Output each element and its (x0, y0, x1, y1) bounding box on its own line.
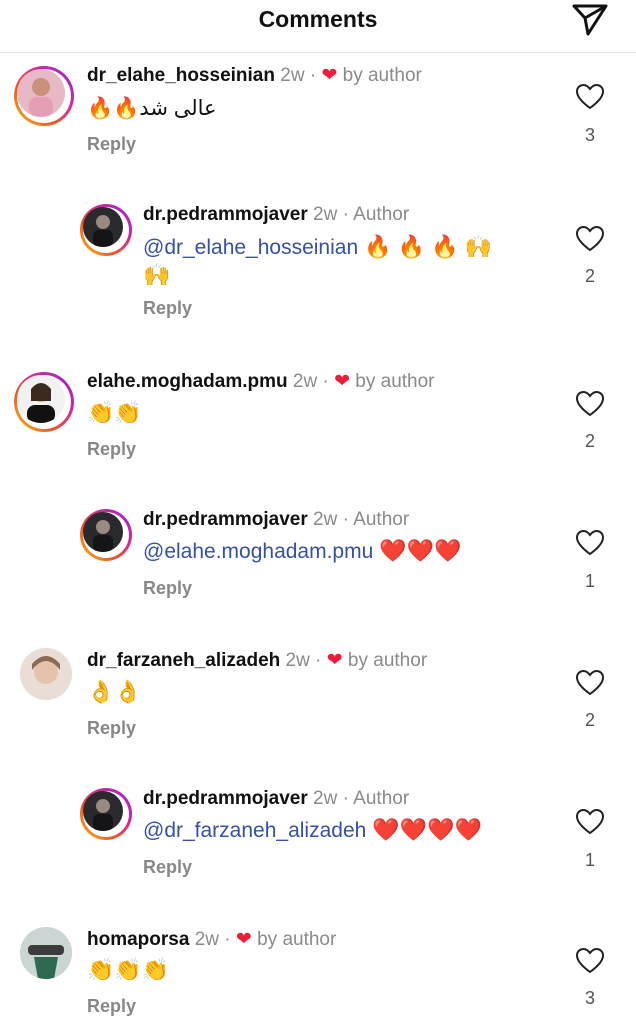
comment-text: 👏👏 (87, 400, 142, 425)
liked-by-author-label: by author (355, 371, 435, 392)
like-count: 2 (584, 266, 595, 286)
like-heart-icon[interactable] (576, 809, 604, 835)
reply-button[interactable]: Reply (87, 718, 136, 739)
like-count: 2 (584, 431, 595, 451)
mention-link[interactable]: @elahe.moghadam.pmu (143, 540, 373, 563)
username[interactable]: elahe.moghadam.pmu (87, 371, 288, 392)
timestamp: 2w (285, 650, 310, 671)
like-heart-icon[interactable] (576, 670, 604, 696)
username[interactable]: homaporsa (87, 929, 189, 950)
comment-emojis: 🔥 🔥 🔥 🙌 (358, 234, 493, 259)
username[interactable]: dr_farzaneh_alizadeh (87, 650, 280, 671)
author-badge: Author (353, 509, 410, 530)
reply-button[interactable]: Reply (87, 439, 136, 460)
heart-icon: ❤ (334, 371, 350, 392)
comment-emojis: ❤️❤️❤️❤️ (366, 817, 482, 842)
avatar[interactable] (14, 66, 74, 126)
author-badge: Author (353, 204, 410, 225)
avatar[interactable] (20, 648, 72, 700)
author-badge: Author (353, 788, 410, 809)
timestamp: 2w (194, 929, 219, 950)
timestamp: 2w (292, 371, 318, 392)
timestamp: 2w (313, 509, 338, 530)
timestamp: 2w (280, 65, 305, 86)
like-heart-icon[interactable] (576, 84, 604, 110)
comment-emojis: ❤️❤️❤️ (373, 538, 462, 563)
avatar[interactable] (80, 788, 132, 840)
username[interactable]: dr.pedrammojaver (143, 509, 308, 530)
heart-icon: ❤ (321, 65, 338, 86)
reply-button[interactable]: Reply (143, 578, 192, 599)
like-count: 1 (584, 571, 595, 591)
avatar[interactable] (80, 204, 132, 256)
avatar[interactable] (14, 372, 74, 432)
like-count: 2 (584, 710, 595, 730)
comment-text: 👌👌 (87, 679, 142, 704)
liked-by-author-label: by author (342, 65, 422, 86)
avatar[interactable] (80, 509, 132, 561)
reply-button[interactable]: Reply (143, 298, 192, 319)
comment-text: عالی شد🔥🔥 (87, 97, 217, 120)
username[interactable]: dr.pedrammojaver (143, 788, 308, 809)
reply-button[interactable]: Reply (87, 134, 136, 155)
mention-link[interactable]: @dr_elahe_hosseinian (143, 236, 358, 259)
like-heart-icon[interactable] (576, 530, 604, 556)
mention-link[interactable]: @dr_farzaneh_alizadeh (143, 819, 366, 842)
comment-text: 👏👏👏 (87, 957, 170, 982)
like-heart-icon[interactable] (576, 948, 604, 974)
reply-button[interactable]: Reply (143, 857, 192, 878)
page-title: Comments (258, 6, 378, 32)
like-heart-icon[interactable] (576, 226, 604, 252)
username[interactable]: dr.pedrammojaver (143, 204, 308, 225)
like-count: 3 (584, 988, 595, 1008)
heart-icon: ❤ (235, 929, 252, 950)
like-count: 3 (584, 125, 595, 145)
send-icon[interactable] (570, 0, 610, 38)
liked-by-author-label: by author (347, 650, 428, 671)
reply-button[interactable]: Reply (87, 996, 136, 1017)
header: Comments (0, 0, 636, 53)
avatar[interactable] (20, 927, 72, 979)
timestamp: 2w (313, 204, 338, 225)
like-heart-icon[interactable] (576, 391, 604, 417)
heart-icon: ❤ (326, 650, 343, 671)
like-count: 1 (584, 850, 595, 870)
timestamp: 2w (313, 788, 338, 809)
comment-text-line2: 🙌 (143, 262, 171, 287)
liked-by-author-label: by author (257, 929, 337, 950)
username[interactable]: dr_elahe_hosseinian (87, 65, 275, 86)
